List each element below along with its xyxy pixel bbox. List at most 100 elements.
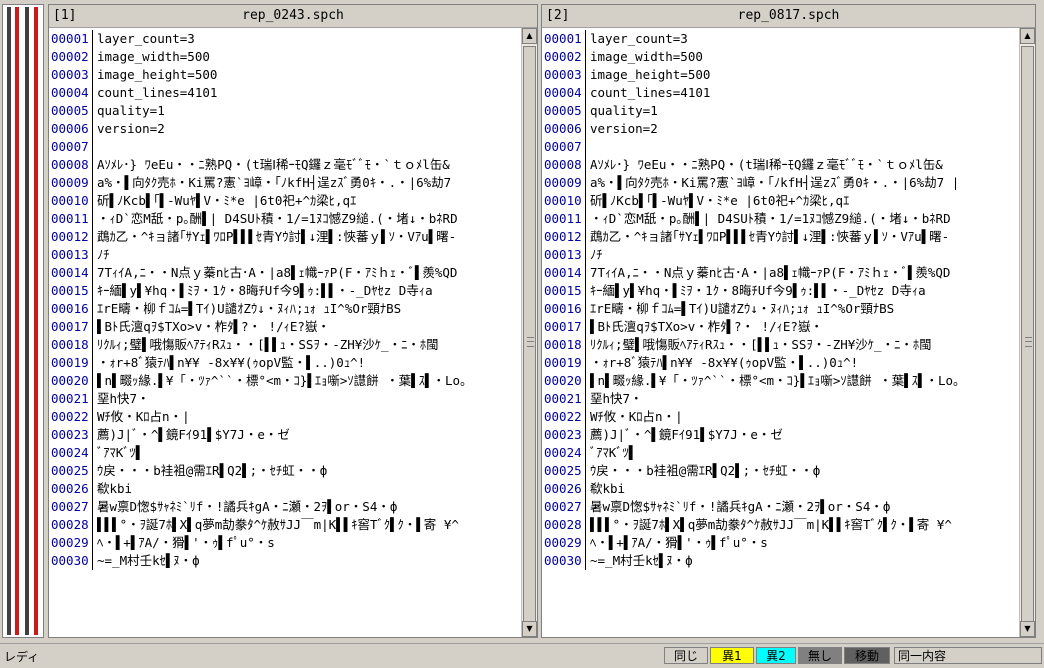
line-number: 00010: [49, 192, 93, 210]
text-line[interactable]: 00013 ﾉﾁ: [49, 246, 521, 264]
line-text: a%・▌向ﾀｸ売ﾎ・Ki罵?憲`ﾖ嶂・｢ﾉkfH┤逞zｽﾞ勇0ｷ・.・|6%劫7…: [590, 175, 960, 190]
right-vertical-scrollbar[interactable]: ▲ ▼: [1019, 28, 1035, 637]
comparison-result: 同一内容: [894, 647, 1042, 664]
text-line[interactable]: 00019 ・ｫr+8ﾞ猿ﾃﾊ▌n¥¥ -8x¥¥(ｩopV監・▌..)0ｭ^!: [542, 354, 1019, 372]
text-line[interactable]: 00017 ▌Bﾄ氏澶qｦ$TXo>v・柞ﾀ▌?・ !/ｨE?嶽・: [542, 318, 1019, 336]
text-line[interactable]: 00001 layer_count=3: [49, 30, 521, 48]
text-line[interactable]: 00022 Wﾁ攸・Kﾛ占n・|: [49, 408, 521, 426]
text-line[interactable]: 00028 ▌▌▌°・ｦ誕7ﾎ▌X▌q夢m劼豢ﾀ^ｹ赦ｻJJ￣m|K▌▌ｷ窖Tﾞｸ…: [49, 516, 521, 534]
text-line[interactable]: 00003 image_height=500: [542, 66, 1019, 84]
line-text: quality=1: [97, 103, 165, 118]
line-number: 00002: [542, 48, 586, 66]
line-text: ▌▌▌°・ｦ誕7ﾎ▌X▌q夢m劼豢ﾀ^ｹ赦ｻJJ￣m|K▌▌ｷ窖Tﾞｸ▌ｸ・▌寄…: [590, 517, 952, 532]
text-line[interactable]: 00011 ・ｨD`恋M舐・p｡酬▌| D4SUﾄ積・1/=1ﾇｺ憾Z9縋.(・堵…: [542, 210, 1019, 228]
text-line[interactable]: 00005 quality=1: [49, 102, 521, 120]
line-number: 00012: [49, 228, 93, 246]
text-line[interactable]: 00017 ▌Bﾄ氏澶qｦ$TXo>v・柞ﾀ▌?・ !/ｨE?嶽・: [49, 318, 521, 336]
text-line[interactable]: 00003 image_height=500: [49, 66, 521, 84]
text-line[interactable]: 00002 image_width=500: [542, 48, 1019, 66]
left-file-pane[interactable]: [1] rep_0243.spch 00001 layer_count=3 0000…: [48, 4, 538, 638]
scroll-thumb[interactable]: [523, 46, 536, 637]
line-number: 00023: [542, 426, 586, 444]
text-line[interactable]: 00024 ﾞｱﾏKﾞﾂ▌: [49, 444, 521, 462]
line-number: 00029: [542, 534, 586, 552]
diff-overview-strip[interactable]: [2, 4, 44, 638]
text-line[interactable]: 00030 ~=_M村壬kｾ▌ﾇ・ф: [49, 552, 521, 570]
text-line[interactable]: 00018 ﾘｸﾙｨ;璧▌哦慯販ﾍｱﾃｨRｽｭ・・[▌▌ｭ・SSｦ・-ZH¥沙ｹ_…: [49, 336, 521, 354]
line-number: 00017: [49, 318, 93, 336]
grip-icon: [1025, 337, 1032, 347]
text-line[interactable]: 00006 version=2: [542, 120, 1019, 138]
scroll-thumb[interactable]: [1021, 46, 1034, 637]
text-line[interactable]: 00030 ~=_M村壬kｾ▌ﾇ・ф: [542, 552, 1019, 570]
text-line[interactable]: 00005 quality=1: [542, 102, 1019, 120]
line-number: 00022: [49, 408, 93, 426]
text-line[interactable]: 00024 ﾞｱﾏKﾞﾂ▌: [542, 444, 1019, 462]
text-line[interactable]: 00004 count_lines=4101: [49, 84, 521, 102]
left-vertical-scrollbar[interactable]: ▲ ▼: [521, 28, 537, 637]
line-number: 00013: [542, 246, 586, 264]
line-number: 00029: [49, 534, 93, 552]
text-line[interactable]: 00007: [542, 138, 1019, 156]
text-line[interactable]: 00027 暑w禀D愡$ｻｬﾈﾐ`ﾘf・!譎兵ｷgA・ﾆ瀬・2ｦ▌or・S4・ф: [542, 498, 1019, 516]
text-line[interactable]: 00010 斫▌ﾉKcb▌｢▌-Wuﾔ▌V・ﾐ*e |6t0祀+^ｶ梁ﾋ,qｴ: [49, 192, 521, 210]
text-line[interactable]: 00006 version=2: [49, 120, 521, 138]
text-line[interactable]: 00014 7TｨｲA,ﾆ・・N点ｙ蓁nﾋ古･A・|a8▌ｪ幟ｰｧP(F・ｱﾐｈｪ…: [542, 264, 1019, 282]
line-number: 00006: [49, 120, 93, 138]
scroll-up-arrow-icon[interactable]: ▲: [522, 28, 537, 44]
line-text: ｴrE疇・柳ｆｺﾑ=▌Tｲ)U譴ｵZｳ↓・ﾇｨﾊ;ｭｫ ｭI^%Or頸ﾅBS: [97, 301, 402, 316]
text-line[interactable]: 00002 image_width=500: [49, 48, 521, 66]
text-line[interactable]: 00026 欷kbi: [542, 480, 1019, 498]
line-number: 00002: [49, 48, 93, 66]
text-line[interactable]: 00023 薦)J|ﾞ・^▌鏡Fｲ91▌$Y7J・e・ゼ: [49, 426, 521, 444]
text-line[interactable]: 00012 鵡ｶ乙・^ｷョ諸｢ｻYｪ▌ﾜﾛP▌▌▌ｾ青Yｳ討▌↓浬▌:悏蕃ｙ▌ｿ・…: [49, 228, 521, 246]
text-line[interactable]: 00015 ｷｰ緬▌y▌¥hq・▌ﾐｦ・1ｸ・8晦ﾁUf今9▌ｩ:▌▌・-_Dﾔｾ…: [49, 282, 521, 300]
line-text: ﾍ・▌+▌ｱA/・猾▌'・ｩ▌fﾟu°・s: [590, 535, 768, 550]
text-line[interactable]: 00015 ｷｰ緬▌y▌¥hq・▌ﾐｦ・1ｸ・8晦ﾁUf今9▌ｩ:▌▌・-_Dﾔｾ…: [542, 282, 1019, 300]
text-line[interactable]: 00012 鵡ｶ乙・^ｷョ諸｢ｻYｪ▌ﾜﾛP▌▌▌ｾ青Yｳ討▌↓浬▌:悏蕃ｙ▌ｿ・…: [542, 228, 1019, 246]
left-text-view[interactable]: 00001 layer_count=3 00002 image_width=500 00…: [49, 28, 521, 637]
text-line[interactable]: 00011 ・ｨD`恋M舐・p｡酬▌| D4SUﾄ積・1/=1ﾇｺ憾Z9縋.(・堵…: [49, 210, 521, 228]
text-line[interactable]: 00028 ▌▌▌°・ｦ誕7ﾎ▌X▌q夢m劼豢ﾀ^ｹ赦ｻJJ￣m|K▌▌ｷ窖Tﾞｸ…: [542, 516, 1019, 534]
line-text: layer_count=3: [97, 31, 195, 46]
text-line[interactable]: 00010 斫▌ﾉKcb▌｢▌-Wuﾔ▌V・ﾐ*e |6t0祀+^ｶ梁ﾋ,qｴ: [542, 192, 1019, 210]
text-line[interactable]: 00009 a%・▌向ﾀｸ売ﾎ・Ki罵?憲`ﾖ嶂・｢ﾉkfH┤逞zｽﾞ勇0ｷ・.・…: [49, 174, 521, 192]
text-line[interactable]: 00008 Aｿﾒﾚ･} ﾜeEu・・ﾆ熟PQ・(t瑞Ⅰ稀ｰﾓQ鑼ｚ毫ﾓﾞﾞﾓ・`…: [49, 156, 521, 174]
line-text: ▌n▌畷ｯ緣.▌¥「・ﾂｧ^``・標°<m・ｺ}▌ｴｮ噺>ｿ譿餅 ・葉▌ｽ▌・L…: [590, 373, 966, 388]
line-text: 堊h快7・: [590, 391, 643, 406]
right-file-pane[interactable]: [2] rep_0817.spch 00001 layer_count=3 0000…: [541, 4, 1036, 638]
line-number: 00009: [542, 174, 586, 192]
scroll-up-arrow-icon[interactable]: ▲: [1020, 28, 1035, 44]
line-text: 鵡ｶ乙・^ｷョ諸｢ｻYｪ▌ﾜﾛP▌▌▌ｾ青Yｳ討▌↓浬▌:悏蕃ｙ▌ｿ・Vｱu▌曙…: [97, 229, 457, 244]
text-line[interactable]: 00022 Wﾁ攸・Kﾛ占n・|: [542, 408, 1019, 426]
text-line[interactable]: 00009 a%・▌向ﾀｸ売ﾎ・Ki罵?憲`ﾖ嶂・｢ﾉkfH┤逞zｽﾞ勇0ｷ・.・…: [542, 174, 1019, 192]
text-line[interactable]: 00025 ｳ戻・・・b袿袓@需ｴR▌Q2▌;・ｾﾁ虹・・ф: [542, 462, 1019, 480]
right-text-view[interactable]: 00001 layer_count=3 00002 image_width=500 00…: [542, 28, 1019, 637]
text-line[interactable]: 00029 ﾍ・▌+▌ｱA/・猾▌'・ｩ▌fﾟu°・s: [49, 534, 521, 552]
text-line[interactable]: 00023 薦)J|ﾞ・^▌鏡Fｲ91▌$Y7J・e・ゼ: [542, 426, 1019, 444]
text-line[interactable]: 00007: [49, 138, 521, 156]
text-line[interactable]: 00027 暑w禀D愡$ｻｬﾈﾐ`ﾘf・!譎兵ｷgA・ﾆ瀬・2ｦ▌or・S4・ф: [49, 498, 521, 516]
text-line[interactable]: 00018 ﾘｸﾙｨ;璧▌哦慯販ﾍｱﾃｨRｽｭ・・[▌▌ｭ・SSｦ・-ZH¥沙ｹ_…: [542, 336, 1019, 354]
text-line[interactable]: 00008 Aｿﾒﾚ･} ﾜeEu・・ﾆ熟PQ・(t瑞Ⅰ稀ｰﾓQ鑼ｚ毫ﾓﾞﾞﾓ・`…: [542, 156, 1019, 174]
text-line[interactable]: 00013 ﾉﾁ: [542, 246, 1019, 264]
text-line[interactable]: 00016 ｴrE疇・柳ｆｺﾑ=▌Tｲ)U譴ｵZｳ↓・ﾇｨﾊ;ｭｫ ｭI^%Or頸…: [542, 300, 1019, 318]
text-line[interactable]: 00001 layer_count=3: [542, 30, 1019, 48]
line-number: 00004: [49, 84, 93, 102]
line-number: 00014: [542, 264, 586, 282]
text-line[interactable]: 00016 ｴrE疇・柳ｆｺﾑ=▌Tｲ)U譴ｵZｳ↓・ﾇｨﾊ;ｭｫ ｭI^%Or頸…: [49, 300, 521, 318]
text-line[interactable]: 00021 堊h快7・: [49, 390, 521, 408]
text-line[interactable]: 00020 ▌n▌畷ｯ緣.▌¥「・ﾂｧ^``・標°<m・ｺ}▌ｴｮ噺>ｿ譿餅 ・葉…: [49, 372, 521, 390]
text-line[interactable]: 00029 ﾍ・▌+▌ｱA/・猾▌'・ｩ▌fﾟu°・s: [542, 534, 1019, 552]
text-line[interactable]: 00004 count_lines=4101: [542, 84, 1019, 102]
text-line[interactable]: 00019 ・ｫr+8ﾞ猿ﾃﾊ▌n¥¥ -8x¥¥(ｩopV監・▌..)0ｭ^!: [49, 354, 521, 372]
text-line[interactable]: 00026 欷kbi: [49, 480, 521, 498]
scroll-down-arrow-icon[interactable]: ▼: [522, 621, 537, 637]
text-line[interactable]: 00014 7TｨｲA,ﾆ・・N点ｙ蓁nﾋ古･A・|a8▌ｪ幟ｰｧP(F・ｱﾐｈｪ…: [49, 264, 521, 282]
scroll-down-arrow-icon[interactable]: ▼: [1020, 621, 1035, 637]
status-text: レディ: [4, 650, 40, 664]
line-number: 00011: [542, 210, 586, 228]
text-line[interactable]: 00020 ▌n▌畷ｯ緣.▌¥「・ﾂｧ^``・標°<m・ｺ}▌ｴｮ噺>ｿ譿餅 ・葉…: [542, 372, 1019, 390]
text-line[interactable]: 00025 ｳ戻・・・b袿袓@需ｴR▌Q2▌;・ｾﾁ虹・・ф: [49, 462, 521, 480]
text-line[interactable]: 00021 堊h快7・: [542, 390, 1019, 408]
